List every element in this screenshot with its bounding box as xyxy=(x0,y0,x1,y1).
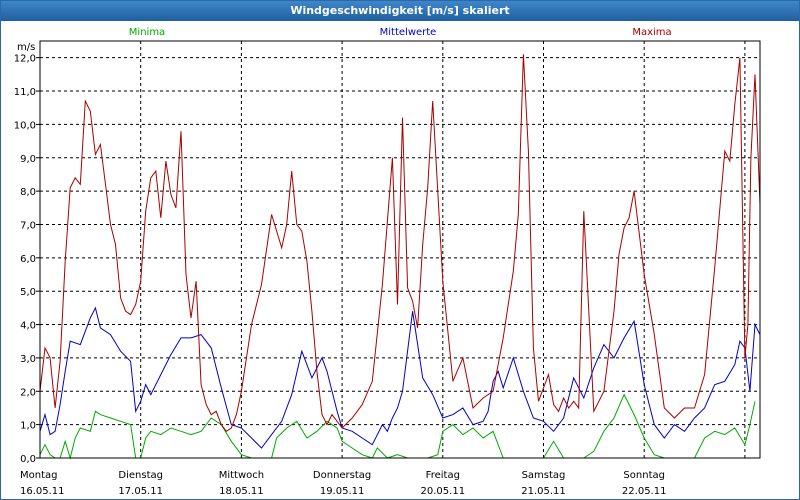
x-day-label: Donnerstag xyxy=(313,470,371,481)
x-date-label: 16.05.11 xyxy=(20,486,65,497)
series-layer xyxy=(39,54,761,460)
y-axis-label: m/s xyxy=(17,42,35,53)
x-date-label: 22.05.11 xyxy=(622,486,667,497)
x-day-label: Mittwoch xyxy=(219,470,264,481)
x-date-label: 19.05.11 xyxy=(320,486,365,497)
plot-border xyxy=(39,40,761,459)
x-day-label: Sonntag xyxy=(623,470,665,481)
x-date-label: 20.05.11 xyxy=(421,486,466,497)
x-day-label: Samstag xyxy=(522,470,566,481)
y-axis-ticks: 0,0 1,0 2,0 3,0 4,0 5,0 6,0 7,0 8,0 9,0 10,0 11,0 12… xyxy=(14,54,40,465)
x-axis-ticks: Montag 16.05.11 Dienstag 17.05.11 Mittwoch 18… xyxy=(20,470,666,497)
series-line-minima xyxy=(39,393,756,460)
y-tick-label: 8,0 xyxy=(20,187,36,198)
y-tick-label: 6,0 xyxy=(20,254,36,265)
y-tick-label: 10,0 xyxy=(14,120,36,131)
y-tick-label: 3,0 xyxy=(20,354,36,365)
x-date-label: 18.05.11 xyxy=(219,486,264,497)
legend-maxima: Maxima xyxy=(632,27,671,38)
y-tick-label: 7,0 xyxy=(20,220,36,231)
y-tick-label: 2,0 xyxy=(20,387,36,398)
wind-speed-chart: 0,0 1,0 2,0 3,0 4,0 5,0 6,0 7,0 8,0 9,0 10,0 11,0 12… xyxy=(14,27,761,497)
y-tick-label: 0,0 xyxy=(20,454,36,465)
x-date-label: 21.05.11 xyxy=(521,486,566,497)
y-tick-label: 5,0 xyxy=(20,287,36,298)
legend-mittelwerte: Mittelwerte xyxy=(380,27,437,38)
y-tick-label: 11,0 xyxy=(14,87,36,98)
x-date-label: 17.05.11 xyxy=(118,486,163,497)
y-tick-label: 4,0 xyxy=(20,321,36,332)
y-tick-label: 9,0 xyxy=(20,154,36,165)
y-tick-label: 12,0 xyxy=(14,54,36,65)
plot-frame xyxy=(39,40,761,459)
series-line-maxima xyxy=(39,54,761,432)
series-line-mittelwerte xyxy=(39,306,761,449)
y-tick-label: 1,0 xyxy=(20,421,36,432)
x-day-label: Montag xyxy=(20,470,57,481)
x-day-label: Dienstag xyxy=(118,470,163,481)
x-day-label: Freitag xyxy=(426,470,460,481)
legend-minima: Minima xyxy=(129,27,165,38)
grid xyxy=(40,41,760,458)
